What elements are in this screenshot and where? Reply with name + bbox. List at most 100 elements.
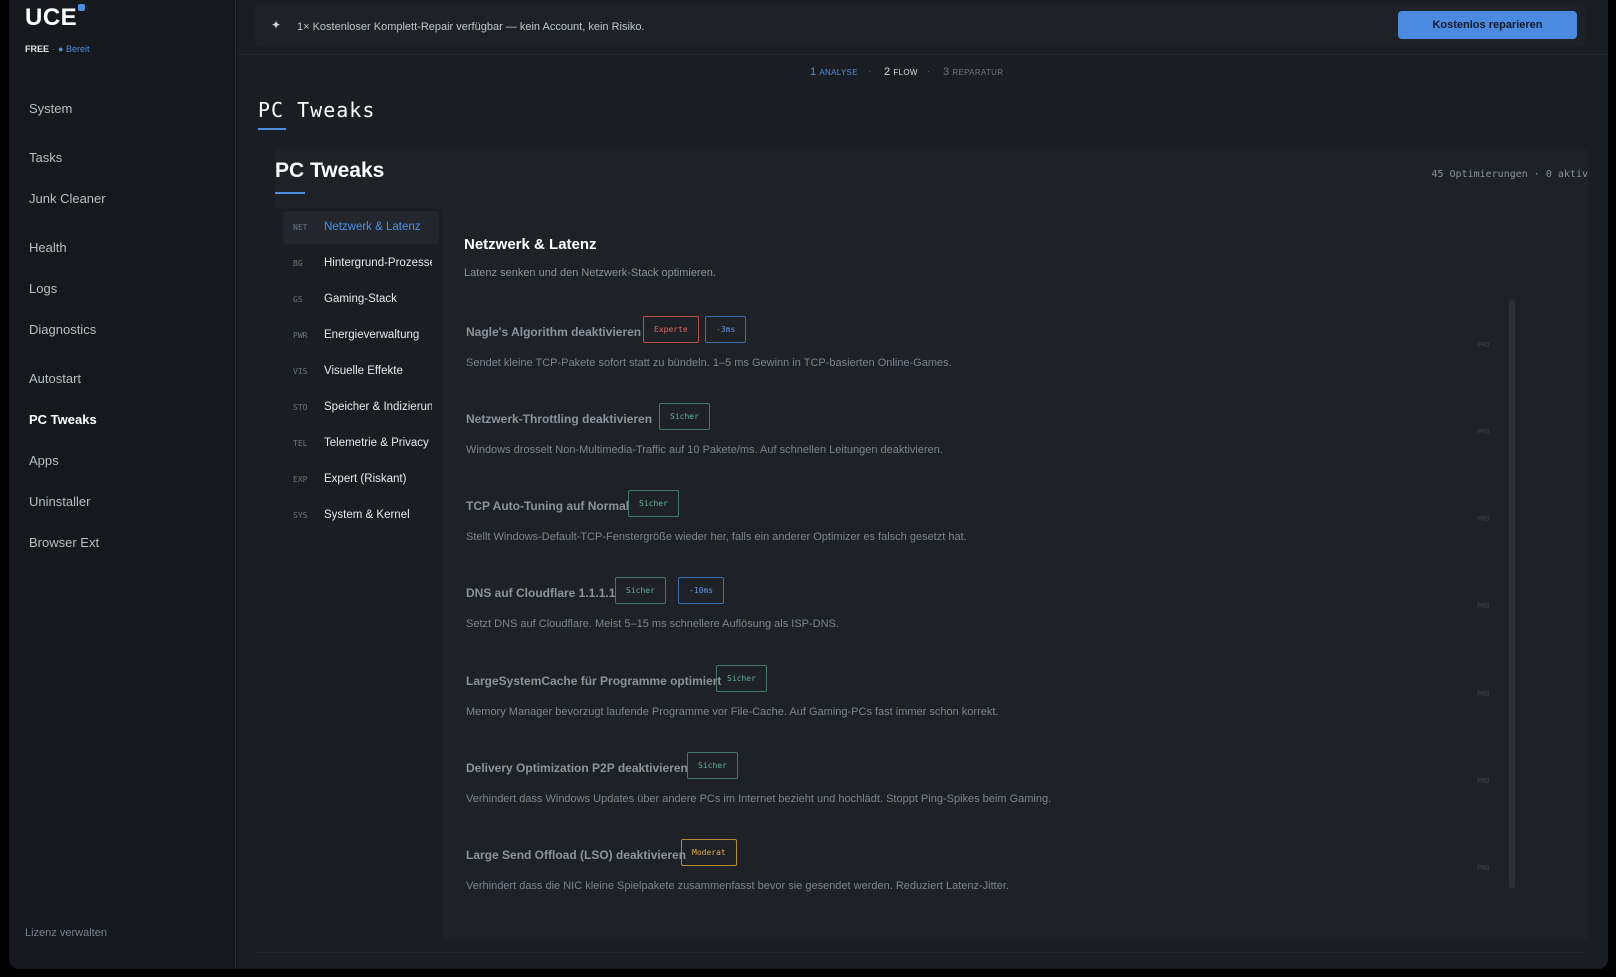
tweak-item[interactable]: Delivery Optimization P2P deaktivieren S… xyxy=(466,752,1486,840)
risk-badge: Sicher xyxy=(615,577,666,604)
pro-label: PRO xyxy=(1477,690,1490,698)
category-code: STO xyxy=(293,403,308,412)
sidebar-item-browser-ext[interactable]: Browser Ext xyxy=(29,535,99,550)
category-gaming-stack[interactable]: GS Gaming-Stack xyxy=(283,283,439,316)
category-code: PWR xyxy=(293,331,308,340)
status-indicator: ● Bereit xyxy=(58,44,90,54)
tweak-item[interactable]: DNS auf Cloudflare 1.1.1.1 Sicher -10ms … xyxy=(466,577,1486,665)
pro-label: PRO xyxy=(1477,602,1490,610)
category-nav: NET Netzwerk & Latenz BG Hintergrund-Pro… xyxy=(283,211,439,535)
category-label: Energieverwaltung xyxy=(324,329,420,341)
category-label: Telemetrie & Privacy xyxy=(324,437,429,449)
step-reparatur[interactable]: 3 REPARATUR xyxy=(943,66,1003,78)
category-label: Speicher & Indizierung xyxy=(324,401,432,413)
card-title: PC Tweaks xyxy=(275,159,385,182)
category-code: EXP xyxy=(293,475,308,484)
sidebar-item-logs[interactable]: Logs xyxy=(29,281,57,296)
category-energie[interactable]: PWR Energieverwaltung xyxy=(283,319,439,352)
latency-badge: -3ms xyxy=(705,316,747,343)
step-number: 1 xyxy=(810,66,817,78)
step-separator: · xyxy=(927,66,931,77)
category-speicher[interactable]: STO Speicher & Indizierung xyxy=(283,391,439,424)
license-link[interactable]: Lizenz verwalten xyxy=(25,927,107,939)
card-title-underline xyxy=(275,192,305,194)
category-code: GS xyxy=(293,295,303,304)
category-label: Visuelle Effekte xyxy=(324,365,403,377)
plan-label: FREE xyxy=(25,44,50,54)
risk-badge: Sicher xyxy=(628,490,679,517)
risk-badge: Moderat xyxy=(681,839,737,866)
category-code: SYS xyxy=(293,511,308,520)
main-area: ✦ 1× Kostenloser Komplett-Repair verfügb… xyxy=(237,0,1608,969)
step-analyse[interactable]: 1 ANALYSE xyxy=(810,66,858,78)
category-code: TEL xyxy=(293,439,308,448)
pro-label: PRO xyxy=(1477,864,1490,872)
step-indicator: 1 ANALYSE · 2 FLOW · 3 REPARATUR xyxy=(237,54,1608,90)
tweak-title: LargeSystemCache für Programme optimiert xyxy=(466,674,722,688)
footer-divider xyxy=(255,952,1585,953)
step-flow[interactable]: 2 FLOW xyxy=(884,66,918,78)
tweak-description: Windows drosselt Non-Multimedia-Traffic … xyxy=(466,444,943,456)
sidebar-item-tasks[interactable]: Tasks xyxy=(29,150,62,165)
app-window: UCE FREE · ● Bereit System Tasks Junk Clea… xyxy=(9,0,1608,969)
scrollbar[interactable] xyxy=(1509,299,1515,889)
tweak-description: Verhindert dass Windows Updates über and… xyxy=(466,793,1052,805)
tweak-item[interactable]: Large Send Offload (LSO) deaktivieren Mo… xyxy=(466,839,1486,927)
tweak-description: Memory Manager bevorzugt laufende Progra… xyxy=(466,706,999,718)
sidebar-item-uninstaller[interactable]: Uninstaller xyxy=(29,494,90,509)
promo-text: 1× Kostenloser Komplett-Repair verfügbar… xyxy=(297,21,645,33)
sidebar: UCE FREE · ● Bereit System Tasks Junk Clea… xyxy=(9,0,236,969)
tweak-title: TCP Auto-Tuning auf Normal xyxy=(466,499,630,513)
app-logo: UCE xyxy=(25,4,78,31)
tweak-item[interactable]: TCP Auto-Tuning auf Normal Sicher Stellt… xyxy=(466,490,1486,578)
page-title-underline xyxy=(258,128,286,130)
category-code: BG xyxy=(293,259,303,268)
category-netzwerk[interactable]: NET Netzwerk & Latenz xyxy=(283,211,439,244)
tweak-description: Setzt DNS auf Cloudflare. Meist 5–15 ms … xyxy=(466,618,839,630)
tweak-list-panel: Netzwerk & Latenz Latenz senken und den … xyxy=(443,209,1588,939)
step-separator: · xyxy=(868,66,872,77)
optimization-count: 45 Optimierungen · 0 aktiv xyxy=(1431,169,1588,180)
pro-label: PRO xyxy=(1477,341,1490,349)
risk-badge: Experte xyxy=(643,316,699,343)
tweak-description: Sendet kleine TCP-Pakete sofort statt zu… xyxy=(466,357,952,369)
risk-badge: Sicher xyxy=(659,403,710,430)
logo-dot xyxy=(78,4,85,11)
sidebar-item-autostart[interactable]: Autostart xyxy=(29,371,81,386)
category-code: VIS xyxy=(293,367,308,376)
status-label: Bereit xyxy=(65,44,90,54)
tweak-title: Large Send Offload (LSO) deaktivieren xyxy=(466,848,687,862)
sparkle-icon: ✦ xyxy=(271,18,282,32)
category-system-kernel[interactable]: SYS System & Kernel xyxy=(283,499,439,532)
category-hintergrund[interactable]: BG Hintergrund-Prozesse xyxy=(283,247,439,280)
sidebar-item-apps[interactable]: Apps xyxy=(29,453,59,468)
category-label: Gaming-Stack xyxy=(324,293,397,305)
repair-button[interactable]: Kostenlos reparieren xyxy=(1398,11,1577,39)
tweak-title: Netzwerk-Throttling deaktivieren xyxy=(466,412,653,426)
tweaks-card: PC Tweaks 45 Optimierungen · 0 aktiv NET… xyxy=(275,149,1588,939)
tweak-description: Stellt Windows-Default-TCP-Fenstergröße … xyxy=(466,531,967,543)
pro-label: PRO xyxy=(1477,515,1490,523)
category-telemetrie[interactable]: TEL Telemetrie & Privacy xyxy=(283,427,439,460)
step-number: 2 xyxy=(884,66,891,78)
sidebar-item-pc-tweaks[interactable]: PC Tweaks xyxy=(29,412,97,427)
sidebar-item-system[interactable]: System xyxy=(29,101,72,116)
latency-badge: -10ms xyxy=(678,577,725,604)
promo-banner: ✦ 1× Kostenloser Komplett-Repair verfügb… xyxy=(255,4,1585,47)
plan-status: FREE · ● Bereit xyxy=(25,44,89,54)
risk-badge: Sicher xyxy=(687,752,738,779)
category-label: Hintergrund-Prozesse xyxy=(324,257,432,269)
pro-label: PRO xyxy=(1477,428,1490,436)
tweak-item[interactable]: LargeSystemCache für Programme optimiert… xyxy=(466,665,1486,753)
tweak-item[interactable]: Netzwerk-Throttling deaktivieren Sicher … xyxy=(466,403,1486,491)
tweak-description: Verhindert dass die NIC kleine Spielpake… xyxy=(466,880,1009,892)
tweak-item[interactable]: Nagle's Algorithm deaktivieren Experte -… xyxy=(466,316,1486,404)
step-label: REPARATUR xyxy=(952,68,1004,77)
category-label: Netzwerk & Latenz xyxy=(324,221,421,233)
category-visuelle-effekte[interactable]: VIS Visuelle Effekte xyxy=(283,355,439,388)
category-expert[interactable]: EXP Expert (Riskant) xyxy=(283,463,439,496)
sidebar-item-diagnostics[interactable]: Diagnostics xyxy=(29,322,96,337)
sidebar-item-junk-cleaner[interactable]: Junk Cleaner xyxy=(29,191,106,206)
step-label: FLOW xyxy=(893,68,918,77)
sidebar-item-health[interactable]: Health xyxy=(29,240,67,255)
